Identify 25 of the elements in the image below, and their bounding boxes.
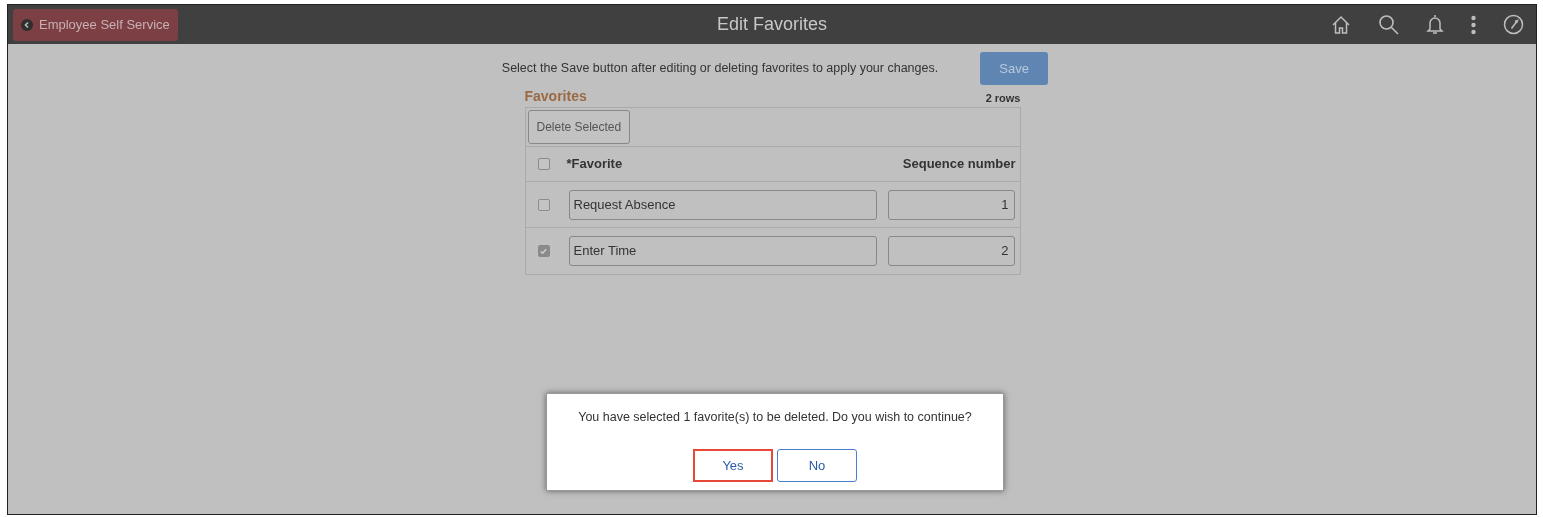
bell-icon[interactable] <box>1426 14 1444 35</box>
column-header: *Favorite <box>566 155 623 174</box>
row-checkbox[interactable] <box>537 245 550 257</box>
row-count: 2 rows <box>985 90 1021 106</box>
grid-title: Favorites <box>524 87 587 106</box>
sequence-field[interactable]: 2 <box>887 236 1015 266</box>
row-checkbox[interactable] <box>537 198 550 211</box>
search-icon[interactable] <box>1378 14 1399 35</box>
dialog-button[interactable]: No <box>777 448 857 482</box>
checkmark-icon <box>539 246 548 256</box>
column-header: Sequence number <box>902 155 1016 174</box>
instruction-text: Select the Save button after editing or deleting favorites to apply your changes. <box>501 60 939 78</box>
page-title: Edit Favorites <box>716 13 827 36</box>
back-button[interactable]: Employee Self Service <box>13 8 178 41</box>
chevron-left-icon <box>21 18 33 31</box>
home-icon[interactable] <box>1331 14 1351 35</box>
dialog-message: You have selected 1 favorite(s) to be deleted. Do you wish to continue? <box>578 409 972 426</box>
compass-icon[interactable] <box>1503 14 1524 35</box>
delete-selected-button[interactable]: Delete Selected <box>527 110 631 144</box>
dialog-button[interactable]: Yes <box>693 448 773 482</box>
favorite-field[interactable]: Request Absence <box>568 189 877 220</box>
favorite-field[interactable]: Enter Time <box>568 236 877 266</box>
select-all-checkbox[interactable] <box>537 158 550 170</box>
more-vertical-icon[interactable] <box>1471 14 1476 35</box>
sequence-field[interactable]: 1 <box>887 189 1015 220</box>
